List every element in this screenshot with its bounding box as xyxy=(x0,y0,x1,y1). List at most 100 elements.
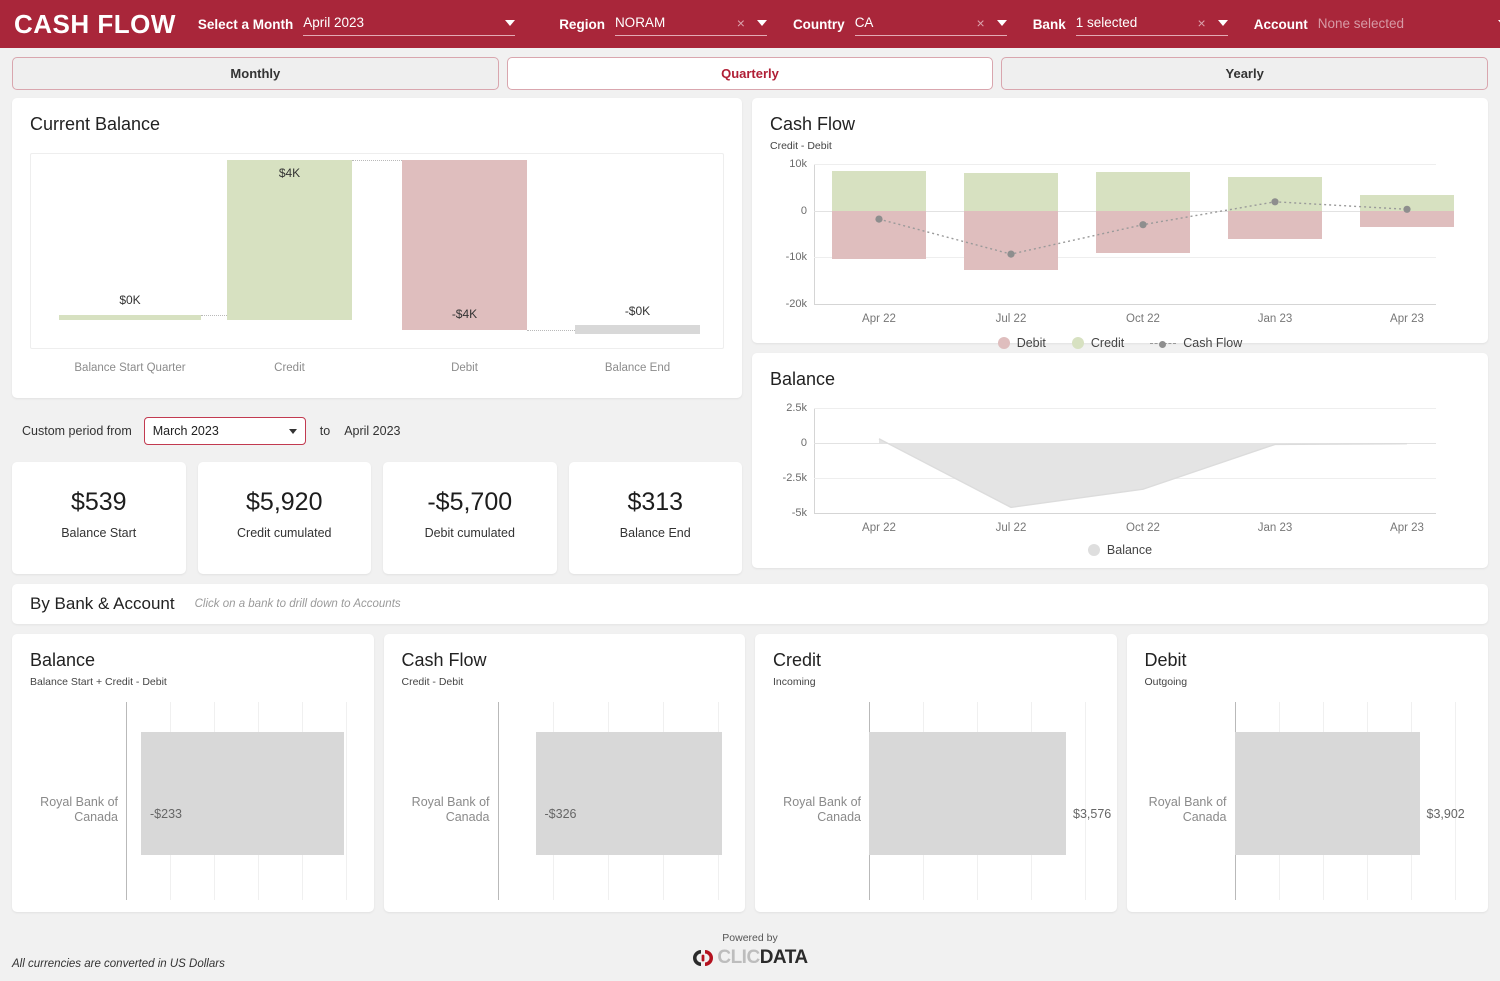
bank-balance-value-label: -$233 xyxy=(150,807,182,821)
legend-item-cash-flow[interactable]: Cash Flow xyxy=(1150,336,1242,350)
tab-yearly[interactable]: Yearly xyxy=(1001,57,1488,90)
filter-region-control[interactable]: NORAM × xyxy=(615,12,767,36)
bank-credit-subtitle: Incoming xyxy=(773,676,1099,688)
footer: All currencies are converted in US Dolla… xyxy=(0,925,1500,981)
ytick-0: 0 xyxy=(801,205,807,217)
waterfall-label-balance-end: -$0K xyxy=(575,304,700,318)
balance-area-series[interactable] xyxy=(814,408,1472,513)
bank-balance-card: Balance Balance Start + Credit - Debit R… xyxy=(12,634,374,912)
cash-flow-card: Cash Flow Credit - Debit 10k 0 -10k -20k xyxy=(752,98,1488,343)
waterfall-bar-credit[interactable] xyxy=(227,160,352,320)
filter-region: Region NORAM × xyxy=(559,12,793,36)
waterfall-bar-balance-end[interactable] xyxy=(575,325,700,334)
bank-balance-category: Royal Bank of Canada xyxy=(30,795,118,826)
ytick-minus-20k: -20k xyxy=(786,298,807,310)
bank-cash-flow-card: Cash Flow Credit - Debit Royal Bank of C… xyxy=(384,634,746,912)
current-balance-card: Current Balance $0K $4K -$4K -$0K Balanc… xyxy=(12,98,742,398)
filter-account-value: None selected xyxy=(1318,16,1492,31)
legend-item-debit[interactable]: Debit xyxy=(998,336,1046,350)
filter-country-control[interactable]: CA × xyxy=(855,12,1007,36)
tab-monthly[interactable]: Monthly xyxy=(12,57,499,90)
clear-bank-icon[interactable]: × xyxy=(1198,16,1206,30)
clear-country-icon[interactable]: × xyxy=(977,16,985,30)
chevron-down-icon[interactable] xyxy=(505,20,515,26)
kpi-balance-start[interactable]: $539 Balance Start xyxy=(12,462,186,574)
waterfall-label-balance-start: $0K xyxy=(59,293,201,307)
filter-bank-value: 1 selected xyxy=(1076,15,1190,30)
left-column: Current Balance $0K $4K -$4K -$0K Balanc… xyxy=(12,98,742,574)
ytick-2500: 2.5k xyxy=(786,402,807,414)
custom-period-from-value: March 2023 xyxy=(153,424,289,438)
filter-month-value: April 2023 xyxy=(303,15,499,30)
xtick-jan-23: Jan 23 xyxy=(1228,313,1322,325)
waterfall-bar-balance-start[interactable] xyxy=(59,315,201,320)
clicdata-logo[interactable]: CLIC DATA xyxy=(692,947,807,969)
filter-country-value: CA xyxy=(855,15,969,30)
kpi-debit-cumulated[interactable]: -$5,700 Debit cumulated xyxy=(383,462,557,574)
balance-xtick-jan-23: Jan 23 xyxy=(1228,522,1322,534)
app-header: CASH FLOW Select a Month April 2023 Regi… xyxy=(0,0,1500,48)
filter-region-value: NORAM xyxy=(615,15,729,30)
balance-xtick-jul-22: Jul 22 xyxy=(964,522,1058,534)
filter-region-label: Region xyxy=(559,17,605,32)
xtick-apr-23: Apr 23 xyxy=(1360,313,1454,325)
bank-cash-flow-bar[interactable] xyxy=(536,732,722,855)
bank-cash-flow-axis xyxy=(498,702,499,900)
legend-item-balance[interactable]: Balance xyxy=(1088,543,1152,557)
filter-account-control[interactable]: None selected xyxy=(1318,12,1500,36)
filter-month-control[interactable]: April 2023 xyxy=(303,12,515,36)
ytick-10k: 10k xyxy=(789,158,807,170)
bank-debit-category: Royal Bank of Canada xyxy=(1145,795,1227,826)
bank-credit-gridline-4 xyxy=(1085,702,1086,900)
by-bank-hint: Click on a bank to drill down to Account… xyxy=(195,598,401,610)
custom-period-from-select[interactable]: March 2023 xyxy=(144,417,306,445)
legend-label-debit: Debit xyxy=(1017,336,1046,350)
bank-debit-gridline-5 xyxy=(1455,702,1456,900)
ytick-zero: 0 xyxy=(801,437,807,449)
kpi-credit-cumulated-caption: Credit cumulated xyxy=(237,526,332,540)
ytick-minus-5000: -5k xyxy=(792,507,807,519)
bank-cash-flow-category: Royal Bank of Canada xyxy=(402,795,490,826)
bank-cash-flow-chart: Royal Bank of Canada -$326 xyxy=(402,702,728,900)
bank-balance-bar[interactable] xyxy=(141,732,344,855)
kpi-balance-end-caption: Balance End xyxy=(620,526,691,540)
waterfall-category-credit: Credit xyxy=(227,362,352,374)
chevron-down-icon[interactable] xyxy=(997,20,1007,26)
legend-swatch-cash-flow xyxy=(1150,343,1176,344)
balance-xtick-apr-22: Apr 22 xyxy=(832,522,926,534)
legend-label-balance: Balance xyxy=(1107,543,1152,557)
balance-legend: Balance xyxy=(770,543,1470,557)
legend-swatch-balance xyxy=(1088,544,1100,556)
filter-account: Account None selected xyxy=(1254,12,1500,36)
bank-debit-bar[interactable] xyxy=(1235,732,1420,855)
kpi-balance-end-value: $313 xyxy=(627,488,683,517)
chevron-down-icon[interactable] xyxy=(289,429,297,434)
waterfall-bar-debit[interactable] xyxy=(402,160,527,330)
legend-label-cash-flow: Cash Flow xyxy=(1183,336,1242,350)
cash-flow-title: Cash Flow xyxy=(770,114,1470,135)
filter-bank-control[interactable]: 1 selected × xyxy=(1076,12,1228,36)
filter-account-label: Account xyxy=(1254,17,1308,32)
kpi-credit-cumulated[interactable]: $5,920 Credit cumulated xyxy=(198,462,372,574)
bank-credit-bar[interactable] xyxy=(869,732,1066,855)
balance-x-axis xyxy=(814,513,1436,514)
bank-cash-flow-title: Cash Flow xyxy=(402,650,728,671)
balance-xtick-oct-22: Oct 22 xyxy=(1096,522,1190,534)
waterfall-category-debit: Debit xyxy=(402,362,527,374)
balance-card: Balance 2.5k 0 -2.5k -5k Apr 22 Jul 22 xyxy=(752,353,1488,568)
chevron-down-icon[interactable] xyxy=(1218,20,1228,26)
legend-item-credit[interactable]: Credit xyxy=(1072,336,1124,350)
bank-balance-title: Balance xyxy=(30,650,356,671)
chevron-down-icon[interactable] xyxy=(757,20,767,26)
kpi-balance-end[interactable]: $313 Balance End xyxy=(569,462,743,574)
tab-quarterly[interactable]: Quarterly xyxy=(507,57,994,90)
current-balance-chart: $0K $4K -$4K -$0K Balance Start Quarter … xyxy=(30,153,724,349)
clicdata-logo-text-data: DATA xyxy=(760,947,808,969)
clear-region-icon[interactable]: × xyxy=(737,16,745,30)
bank-credit-chart: Royal Bank of Canada $3,576 xyxy=(773,702,1099,900)
bank-credit-category: Royal Bank of Canada xyxy=(773,795,861,826)
app-title: CASH FLOW xyxy=(14,9,176,40)
xtick-jul-22: Jul 22 xyxy=(964,313,1058,325)
bank-balance-subtitle: Balance Start + Credit - Debit xyxy=(30,676,356,688)
custom-period-to-label: to xyxy=(320,424,330,438)
